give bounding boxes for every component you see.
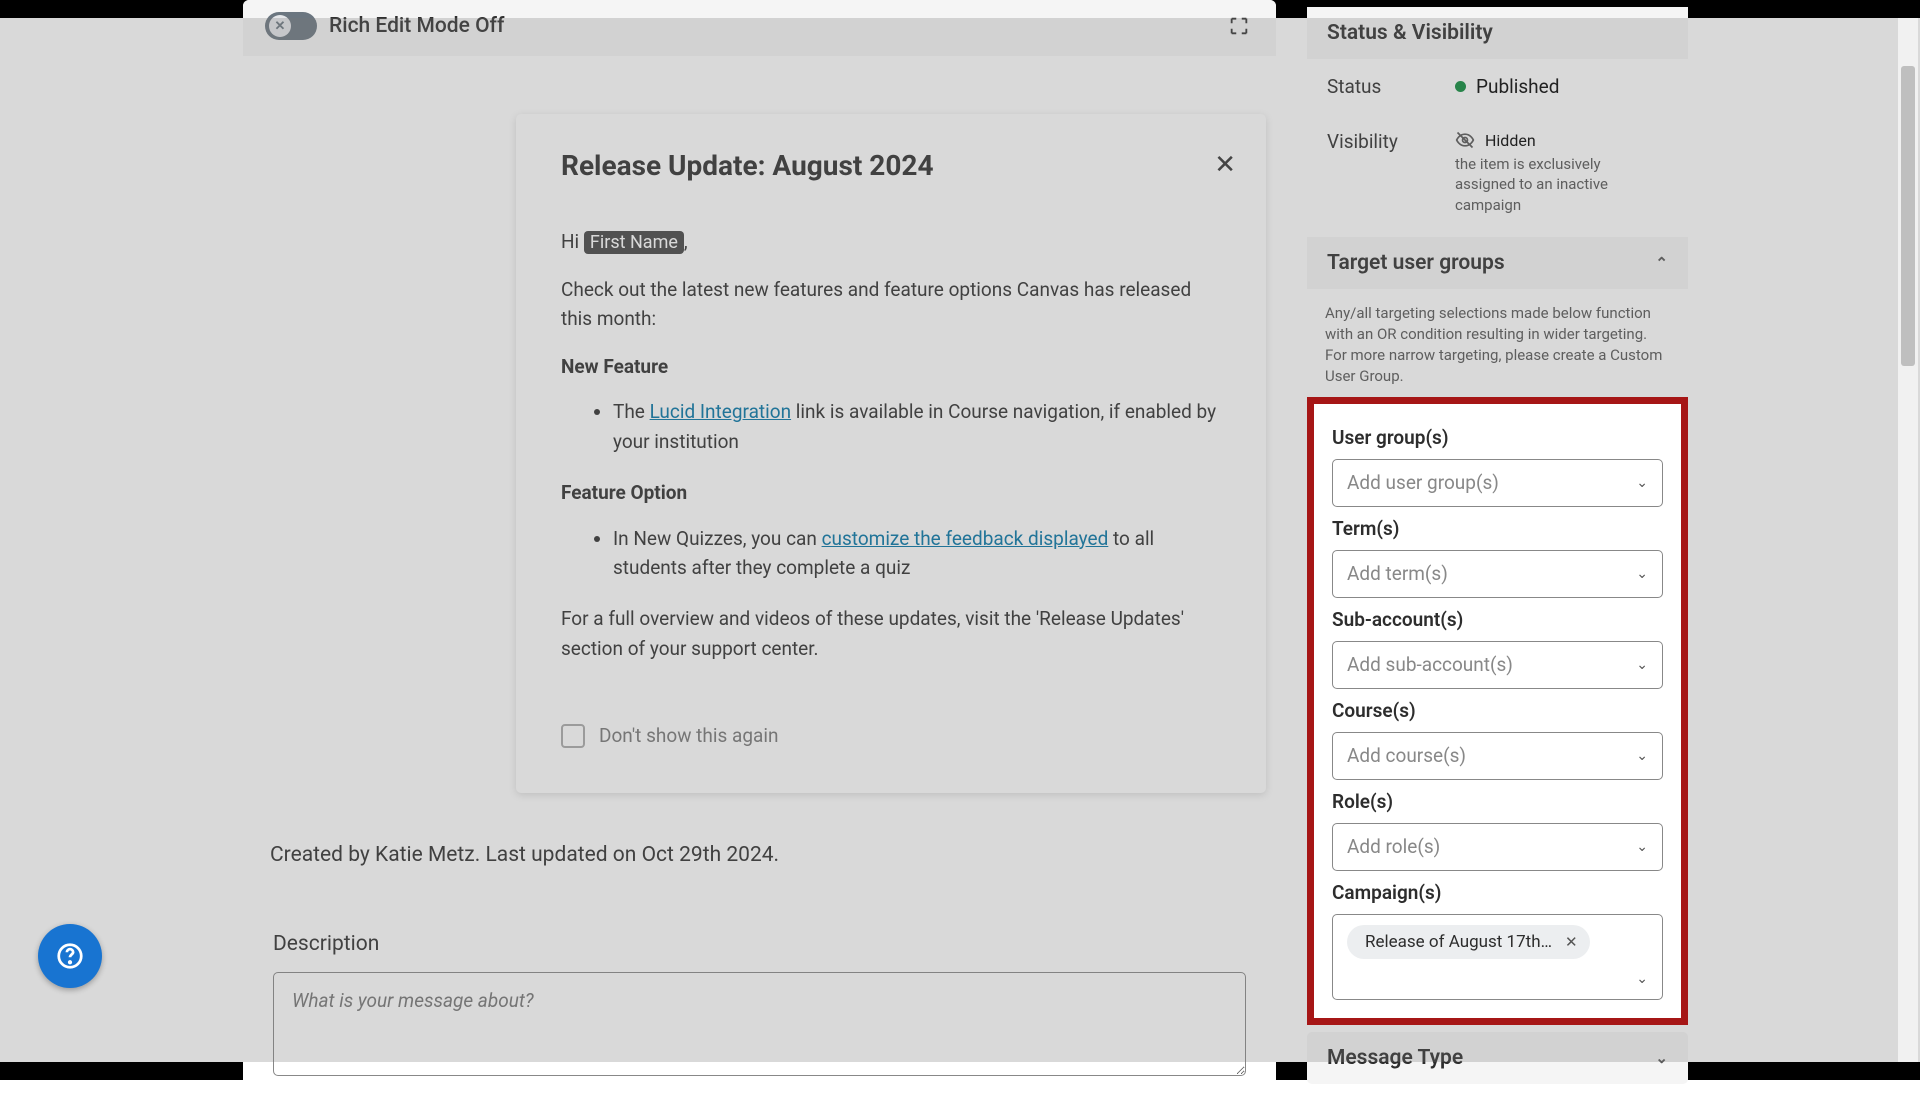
published-dot-icon — [1455, 81, 1466, 92]
message-type-panel: Message Type ⌄ — [1307, 1032, 1688, 1084]
metadata-line: Created by Katie Metz. Last updated on O… — [270, 843, 779, 867]
chevron-down-icon: ⌄ — [1636, 475, 1648, 491]
visibility-value: Hidden — [1455, 130, 1615, 150]
visibility-label: Visibility — [1327, 130, 1447, 153]
chip-remove-icon[interactable]: ✕ — [1565, 933, 1578, 951]
scrollbar[interactable] — [1898, 18, 1918, 1062]
preview-body: Hi First Name, Check out the latest new … — [561, 227, 1221, 751]
campaigns-label: Campaign(s) — [1332, 881, 1663, 904]
rich-edit-label: Rich Edit Mode Off — [329, 14, 504, 38]
message-type-heading[interactable]: Message Type ⌄ — [1307, 1032, 1688, 1084]
terms-label: Term(s) — [1332, 517, 1663, 540]
visibility-note: the item is exclusively assigned to an i… — [1455, 154, 1615, 215]
user-groups-label: User group(s) — [1332, 426, 1663, 449]
help-button[interactable] — [38, 924, 102, 988]
eye-off-icon — [1455, 130, 1475, 150]
targeting-fields-highlight: User group(s) Add user group(s) ⌄ Term(s… — [1307, 397, 1688, 1025]
chevron-down-icon: ⌄ — [1636, 971, 1648, 987]
chevron-down-icon: ⌄ — [1636, 657, 1648, 673]
main-editor-card: ✕ Rich Edit Mode Off ✕ Release Update: A… — [243, 0, 1276, 833]
chevron-up-icon: ⌃ — [1655, 254, 1668, 272]
dont-show-label: Don't show this again — [599, 721, 778, 750]
rich-edit-toggle[interactable]: ✕ — [265, 12, 317, 40]
first-name-token: First Name — [584, 231, 684, 254]
roles-select[interactable]: Add role(s) ⌄ — [1332, 823, 1663, 871]
roles-label: Role(s) — [1332, 790, 1663, 813]
feature-bullet-1: The Lucid Integration link is available … — [613, 397, 1221, 456]
status-label: Status — [1327, 75, 1447, 98]
feature-option-heading: Feature Option — [561, 478, 1221, 507]
chevron-down-icon: ⌄ — [1636, 839, 1648, 855]
expand-icon[interactable] — [1228, 15, 1250, 37]
sidebar: Status & Visibility Status Published Vis… — [1307, 7, 1688, 1090]
description-card: Description — [243, 902, 1276, 1116]
scroll-thumb[interactable] — [1901, 66, 1915, 366]
target-groups-heading[interactable]: Target user groups ⌃ — [1307, 237, 1688, 289]
terms-select[interactable]: Add term(s) ⌄ — [1332, 550, 1663, 598]
description-label: Description — [273, 932, 1246, 956]
courses-select[interactable]: Add course(s) ⌄ — [1332, 732, 1663, 780]
editor-topbar: ✕ Rich Edit Mode Off — [243, 0, 1276, 56]
dont-show-checkbox[interactable] — [561, 724, 585, 748]
feature-bullet-2: In New Quizzes, you can customize the fe… — [613, 524, 1221, 583]
description-input[interactable] — [273, 972, 1246, 1076]
subaccounts-label: Sub-account(s) — [1332, 608, 1663, 631]
campaign-chip: Release of August 17th 2… ✕ — [1347, 925, 1590, 959]
toggle-knob: ✕ — [269, 15, 291, 37]
campaigns-select[interactable]: Release of August 17th 2… ✕ ⌄ — [1332, 914, 1663, 1000]
customize-feedback-link[interactable]: customize the feedback displayed — [822, 527, 1109, 550]
status-visibility-panel: Status & Visibility Status Published Vis… — [1307, 7, 1688, 231]
new-feature-heading: New Feature — [561, 352, 1221, 381]
chevron-down-icon: ⌄ — [1636, 748, 1648, 764]
user-groups-select[interactable]: Add user group(s) ⌄ — [1332, 459, 1663, 507]
target-groups-panel: Target user groups ⌃ Any/all targeting s… — [1307, 237, 1688, 1025]
lucid-integration-link[interactable]: Lucid Integration — [650, 400, 791, 423]
message-preview: ✕ Release Update: August 2024 Hi First N… — [516, 114, 1266, 793]
intro-text: Check out the latest new features and fe… — [561, 275, 1221, 334]
close-icon[interactable]: ✕ — [1214, 150, 1236, 180]
subaccounts-select[interactable]: Add sub-account(s) ⌄ — [1332, 641, 1663, 689]
outro-text: For a full overview and videos of these … — [561, 604, 1221, 663]
courses-label: Course(s) — [1332, 699, 1663, 722]
status-visibility-heading: Status & Visibility — [1307, 7, 1688, 59]
preview-title: Release Update: August 2024 — [561, 149, 1221, 182]
chevron-down-icon: ⌄ — [1655, 1049, 1668, 1067]
chevron-down-icon: ⌄ — [1636, 566, 1648, 582]
greeting-line: Hi First Name, — [561, 227, 1221, 257]
targeting-note: Any/all targeting selections made below … — [1307, 289, 1688, 397]
status-value: Published — [1455, 75, 1559, 98]
